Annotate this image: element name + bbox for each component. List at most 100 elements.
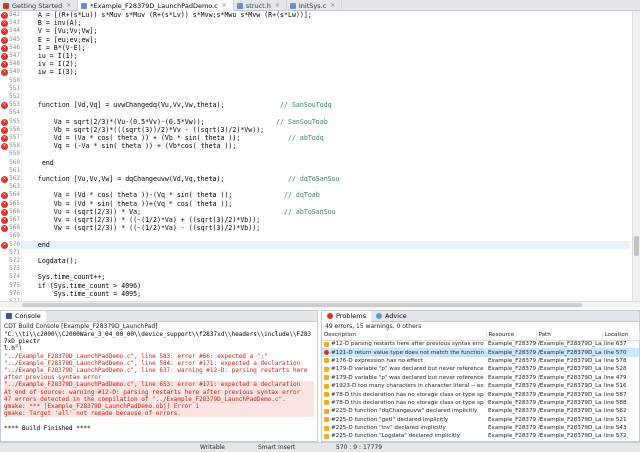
code-line[interactable]: 564 × Va = (Vd * cos( theta ))-(Vq * sin(…: [1, 191, 630, 200]
editor-tab[interactable]: Getting Started ×: [0, 0, 79, 11]
code-area[interactable]: 542 × A = [(R+(s*Lu)) s*Muv s*Muv (R+(s*L…: [1, 11, 630, 301]
code-line[interactable]: 549 × iw = I(3);: [1, 68, 630, 77]
code-line[interactable]: 566 × Vu = (sqrt(2/3)) * Va; // abToSanSo…: [1, 208, 630, 216]
code-line[interactable]: 561: [9, 167, 630, 175]
code-line[interactable]: 571: [9, 249, 630, 257]
tab-advice[interactable]: Advice: [371, 311, 412, 322]
problem-row[interactable]: #12-D parsing restarts here after previo…: [322, 340, 639, 348]
code-line[interactable]: 563: [9, 183, 630, 191]
problem-path: /Example_F28379D_LaunchPad: [538, 383, 602, 390]
error-marker-icon[interactable]: ×: [1, 53, 8, 60]
line-number: 560: [9, 158, 20, 166]
code-line[interactable]: 544 × V = [Vu;Vv;Vw];: [1, 27, 630, 36]
code-line[interactable]: 570 × end: [1, 240, 630, 249]
error-marker-icon[interactable]: ×: [1, 217, 8, 224]
tab-problems[interactable]: Problems: [322, 310, 371, 322]
console-output[interactable]: "C:\\ti\\c2000\\C2000Ware_3_04_00_00\\de…: [1, 331, 317, 432]
error-marker-icon[interactable]: ×: [1, 200, 8, 208]
code-line[interactable]: 553 × function [Vd,Vq] = uvwChangedq(Vu,V…: [1, 101, 630, 110]
code-line[interactable]: 542 × A = [(R+(s*Lu)) s*Muv s*Muv (R+(s*L…: [1, 11, 630, 19]
code-line[interactable]: 547 × iu = I(1);: [1, 52, 630, 60]
code-line[interactable]: 568 × Vw = (sqrt(2/3)) * ((-(1/2)*Va) - (…: [1, 224, 630, 233]
code-line[interactable]: 550: [9, 77, 630, 85]
close-icon[interactable]: ×: [275, 2, 280, 9]
code-line[interactable]: 557 × Vd = (Va * cos( theta )) + (Vb * si…: [1, 134, 630, 142]
problem-row[interactable]: #225-D function "inv" declared implicitl…: [322, 424, 639, 432]
code-line[interactable]: 574 Sys.time_count++;: [9, 273, 630, 282]
code-line[interactable]: 556 × Vb = sqrt(2/3)*(((sqrt(3))/2)*Vv - …: [1, 125, 630, 134]
problem-row[interactable]: #176-D expression has no effect Example_F…: [322, 357, 639, 365]
code-line[interactable]: 543 × B = inv(A);: [1, 19, 630, 28]
line-number: 548: [9, 60, 20, 68]
error-marker-icon[interactable]: ×: [1, 44, 8, 52]
editor-tab-bar: Getting Started × *Example_F28379D_LaunchP…: [0, 0, 640, 11]
editor-tab[interactable]: *Example_F28379D_LaunchPadDemo.c ×: [78, 0, 234, 11]
code-line[interactable]: 545 × E = [eu;ev;ew];: [1, 36, 630, 44]
problem-location: line 479: [604, 374, 627, 381]
code-line[interactable]: 560 end: [9, 158, 630, 167]
error-marker-icon[interactable]: ×: [1, 36, 8, 44]
error-marker-icon[interactable]: ×: [1, 135, 8, 142]
problem-row[interactable]: #179-D variable "p" was declared but nev…: [322, 365, 639, 373]
code-text: end: [22, 158, 54, 167]
scrollbar-thumb[interactable]: [22, 303, 582, 307]
code-line[interactable]: 558 × Vq = (-Va * sin( theta )) + (Vb*cos…: [1, 142, 630, 151]
code-text: Vb = sqrt(2/3)*(((sqrt(3))/2)*Vv - ((sqr…: [22, 125, 265, 134]
editor-tab[interactable]: struct.h ×: [234, 0, 287, 11]
problem-row[interactable]: #1923-D too many characters in character…: [322, 382, 639, 390]
problem-row[interactable]: #225-D function "Logdata" declared impli…: [322, 432, 639, 440]
code-line[interactable]: 546 × I = B*(V-E);: [1, 44, 630, 52]
code-editor[interactable]: 542 × A = [(R+(s*Lu)) s*Muv s*Muv (R+(s*L…: [0, 11, 632, 301]
code-line[interactable]: 576 Sys.time_count = 4095;: [9, 290, 630, 298]
code-line[interactable]: 567 × Vv = (sqrt(2/3)) * ((-(1/2)*Va) + (…: [1, 216, 630, 224]
error-marker-icon[interactable]: ×: [1, 208, 8, 216]
error-marker-icon[interactable]: ×: [1, 12, 8, 19]
close-icon[interactable]: ×: [66, 2, 71, 9]
code-line[interactable]: 548 × iv = I(2);: [1, 60, 630, 69]
code-text: iw = I(3);: [22, 68, 78, 77]
error-marker-icon[interactable]: ×: [1, 241, 8, 249]
column-header[interactable]: Description: [322, 331, 487, 341]
problem-description: #12-D parsing restarts here after previo…: [331, 341, 484, 348]
code-line[interactable]: 552: [9, 93, 630, 101]
column-header[interactable]: Resource: [486, 331, 537, 341]
console-icon: [6, 313, 12, 319]
column-header[interactable]: Path: [536, 331, 603, 341]
code-line[interactable]: 575 if (Sys.time_count > 4096): [9, 282, 630, 290]
column-header[interactable]: Location: [602, 331, 640, 341]
line-number: 561: [9, 166, 20, 174]
problem-row[interactable]: #78-D this declaration has no storage cl…: [322, 390, 639, 398]
line-number: 563: [9, 183, 20, 191]
warning-icon: [324, 425, 329, 431]
console-line: "../Example_F28379D_LaunchPadDemo.c", li…: [4, 381, 314, 389]
code-line[interactable]: 555 × Va = sqrt(2/3)*(Vu-(0.5*Vv)-(0.5*Vw…: [1, 117, 630, 126]
problem-row[interactable]: #225-D function "getI" declared implicit…: [322, 416, 639, 424]
problem-row[interactable]: #225-D function "dqChangeuvw" declared i…: [322, 407, 639, 415]
close-icon[interactable]: ×: [222, 2, 227, 9]
console-line: "../Example_F28379D_LaunchPadDemo.c", li…: [4, 359, 301, 367]
close-icon[interactable]: ×: [330, 2, 335, 9]
problem-description: #121-D return value type does not match …: [331, 349, 484, 356]
tab-console[interactable]: Console: [1, 310, 46, 322]
problem-row[interactable]: #179-D variable "p" was declared but nev…: [322, 374, 639, 382]
code-line[interactable]: 562 × function [Vu,Vv,Vw] = dqChangeuvw(V…: [1, 175, 630, 183]
scrollbar-thumb[interactable]: [634, 236, 639, 256]
editor-horizontal-scrollbar[interactable]: [0, 301, 640, 308]
editor-tab[interactable]: InitSys.c ×: [287, 0, 343, 11]
code-line[interactable]: 565 × Vb = (Vd * sin( theta ))+(Vq * cos(…: [1, 200, 630, 208]
code-line[interactable]: 551: [9, 85, 630, 93]
error-marker-icon[interactable]: ×: [1, 118, 8, 126]
code-line[interactable]: 572 Logdata();: [9, 257, 630, 265]
error-marker-icon[interactable]: ×: [1, 176, 8, 183]
code-line[interactable]: 559: [9, 150, 630, 158]
code-line[interactable]: 569: [9, 232, 630, 240]
editor-vertical-scrollbar[interactable]: [632, 11, 640, 301]
problem-row[interactable]: #121-D return value type does not match …: [322, 348, 639, 357]
code-text: V = [Vu;Vv;Vw];: [22, 27, 98, 36]
code-line[interactable]: 573: [9, 265, 630, 273]
error-marker-icon[interactable]: ×: [1, 126, 8, 134]
code-line[interactable]: 554: [9, 109, 630, 117]
problem-row[interactable]: #78-D this declaration has no storage cl…: [322, 399, 639, 407]
code-text: Va = sqrt(2/3)*(Vu-(0.5*Vv)-(0.5*Vw));: [22, 117, 205, 126]
code-text: Sys.time_count++;: [22, 273, 106, 282]
